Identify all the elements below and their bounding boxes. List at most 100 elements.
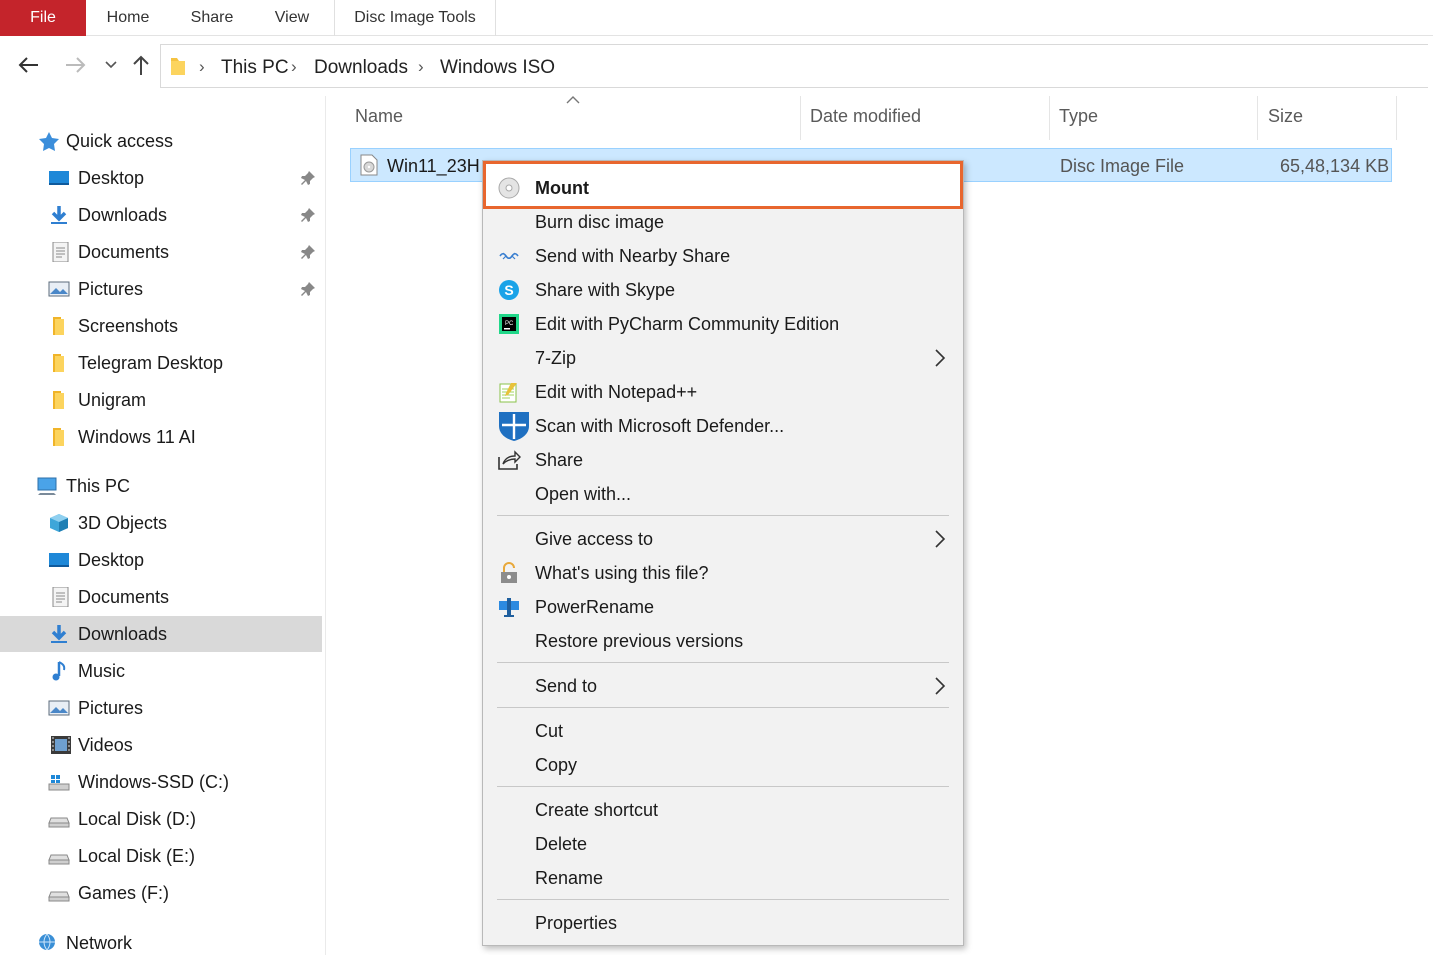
menu-item-delete[interactable]: Delete [483,827,963,861]
sidebar-item-drive-f[interactable]: Games (F:) [0,875,322,911]
star-icon [39,132,59,151]
sidebar-item-music[interactable]: Music [0,653,322,689]
column-divider[interactable] [1396,96,1397,140]
pictures-icon [48,281,70,297]
menu-item-scan-with-defender[interactable]: Scan with Microsoft Defender... [483,409,963,443]
ribbon: File Home Share View Disc Image Tools [0,0,1433,36]
column-header-date-modified[interactable]: Date modified [810,106,921,127]
sidebar-item-label: Desktop [78,550,145,570]
menu-item-create-shortcut[interactable]: Create shortcut [483,793,963,827]
sidebar-item-drive-e[interactable]: Local Disk (E:) [0,838,322,874]
sidebar-item-telegram-desktop[interactable]: Telegram Desktop [0,345,322,381]
sidebar-item-downloads-pc[interactable]: Downloads [0,616,322,652]
disc-icon [498,177,520,199]
chevron-right-icon [935,677,946,695]
sidebar-network[interactable]: Network [0,925,322,955]
sidebar-item-pictures[interactable]: Pictures [0,271,322,307]
breadcrumb-this-pc[interactable]: This PC [221,57,289,79]
pin-icon [301,282,315,296]
menu-item-edit-with-pycharm[interactable]: PC Edit with PyCharm Community Edition [483,307,963,341]
sidebar-quick-access[interactable]: Quick access [0,123,322,159]
sidebar-item-windows-11-ai[interactable]: Windows 11 AI [0,419,322,455]
menu-item-rename[interactable]: Rename [483,861,963,895]
menu-separator [497,707,949,708]
column-header-size[interactable]: Size [1268,106,1303,127]
pictures-icon [48,700,70,716]
sidebar-item-label: Music [78,661,126,681]
tab-file[interactable]: File [0,0,86,36]
menu-item-copy[interactable]: Copy [483,748,963,782]
sidebar-item-screenshots[interactable]: Screenshots [0,308,322,344]
breadcrumb-windows-iso[interactable]: Windows ISO [440,57,555,79]
desktop-icon [49,171,69,185]
column-divider[interactable] [800,96,801,140]
sidebar-item-documents[interactable]: Documents [0,234,322,270]
menu-item-cut[interactable]: Cut [483,714,963,748]
sidebar-item-videos[interactable]: Videos [0,727,322,763]
tab-view[interactable]: View [258,0,326,36]
menu-item-open-with[interactable]: Open with... [483,477,963,511]
sidebar-item-pictures-pc[interactable]: Pictures [0,690,322,726]
menu-item-powerrename[interactable]: PowerRename [483,590,963,624]
sidebar-item-documents-pc[interactable]: Documents [0,579,322,615]
menu-item-properties[interactable]: Properties [483,906,963,940]
film-icon [51,736,71,754]
back-button[interactable] [16,52,42,78]
menu-item-label: Scan with Microsoft Defender... [535,416,785,436]
menu-item-label: What's using this file? [535,563,709,583]
up-button[interactable] [128,52,154,78]
sidebar-item-drive-c[interactable]: Windows-SSD (C:) [0,764,322,800]
forward-button[interactable] [62,52,88,78]
sidebar-item-3d-objects[interactable]: 3D Objects [0,505,322,541]
menu-item-label: Edit with PyCharm Community Edition [535,314,840,334]
menu-item-share-with-skype[interactable]: S Share with Skype [483,273,963,307]
sidebar-item-drive-d[interactable]: Local Disk (D:) [0,801,322,837]
drive-icon [48,817,70,828]
breadcrumb-downloads[interactable]: Downloads [314,57,408,79]
pin-icon [301,208,315,222]
recent-locations-button[interactable] [98,52,124,78]
menu-separator [497,662,949,663]
menu-item-share[interactable]: Share [483,443,963,477]
folder-icon [53,428,64,446]
sidebar-item-desktop-pc[interactable]: Desktop [0,542,322,578]
svg-text:PC: PC [505,321,514,327]
menu-item-label: Mount [535,178,589,198]
file-name[interactable]: Win11_23H [387,156,480,177]
menu-item-nearby-share[interactable]: Send with Nearby Share [483,239,963,273]
column-header-name[interactable]: Name [355,106,403,127]
menu-item-send-to[interactable]: Send to [483,669,963,703]
sidebar-item-unigram[interactable]: Unigram [0,382,322,418]
notepad-plus-plus-icon [499,383,517,403]
pin-icon [301,171,315,185]
column-divider[interactable] [1049,96,1050,140]
column-header-type[interactable]: Type [1059,106,1098,127]
menu-item-label: Rename [535,868,604,888]
sidebar-item-desktop[interactable]: Desktop [0,160,322,196]
menu-item-whats-using-this-file[interactable]: What's using this file? [483,556,963,590]
drive-icon [48,854,70,865]
menu-item-restore-previous-versions[interactable]: Restore previous versions [483,624,963,658]
chevron-right-icon [935,530,946,548]
menu-separator [497,515,949,516]
cube-icon [50,514,68,532]
menu-item-mount[interactable]: Mount [483,171,963,205]
column-divider[interactable] [1257,96,1258,140]
menu-item-edit-with-notepad-plus-plus[interactable]: Edit with Notepad++ [483,375,963,409]
sidebar-this-pc[interactable]: This PC [0,468,322,504]
tab-disc-image-tools[interactable]: Disc Image Tools [334,0,496,36]
menu-item-burn-disc-image[interactable]: Burn disc image [483,205,963,239]
sidebar-item-downloads[interactable]: Downloads [0,197,322,233]
menu-item-label: Delete [535,834,588,854]
sidebar-label: Quick access [66,131,174,151]
menu-item-give-access-to[interactable]: Give access to [483,522,963,556]
address-bar[interactable]: › This PC › Downloads › Windows ISO [160,44,1428,88]
tab-share[interactable]: Share [176,0,248,36]
menu-item-7-zip[interactable]: 7-Zip [483,341,963,375]
tab-home[interactable]: Home [92,0,164,36]
sidebar-item-label: Windows 11 AI [78,427,196,447]
sidebar-item-label: Pictures [78,279,144,299]
document-icon [52,587,69,607]
menu-separator [497,899,949,900]
lock-icon [501,562,517,583]
